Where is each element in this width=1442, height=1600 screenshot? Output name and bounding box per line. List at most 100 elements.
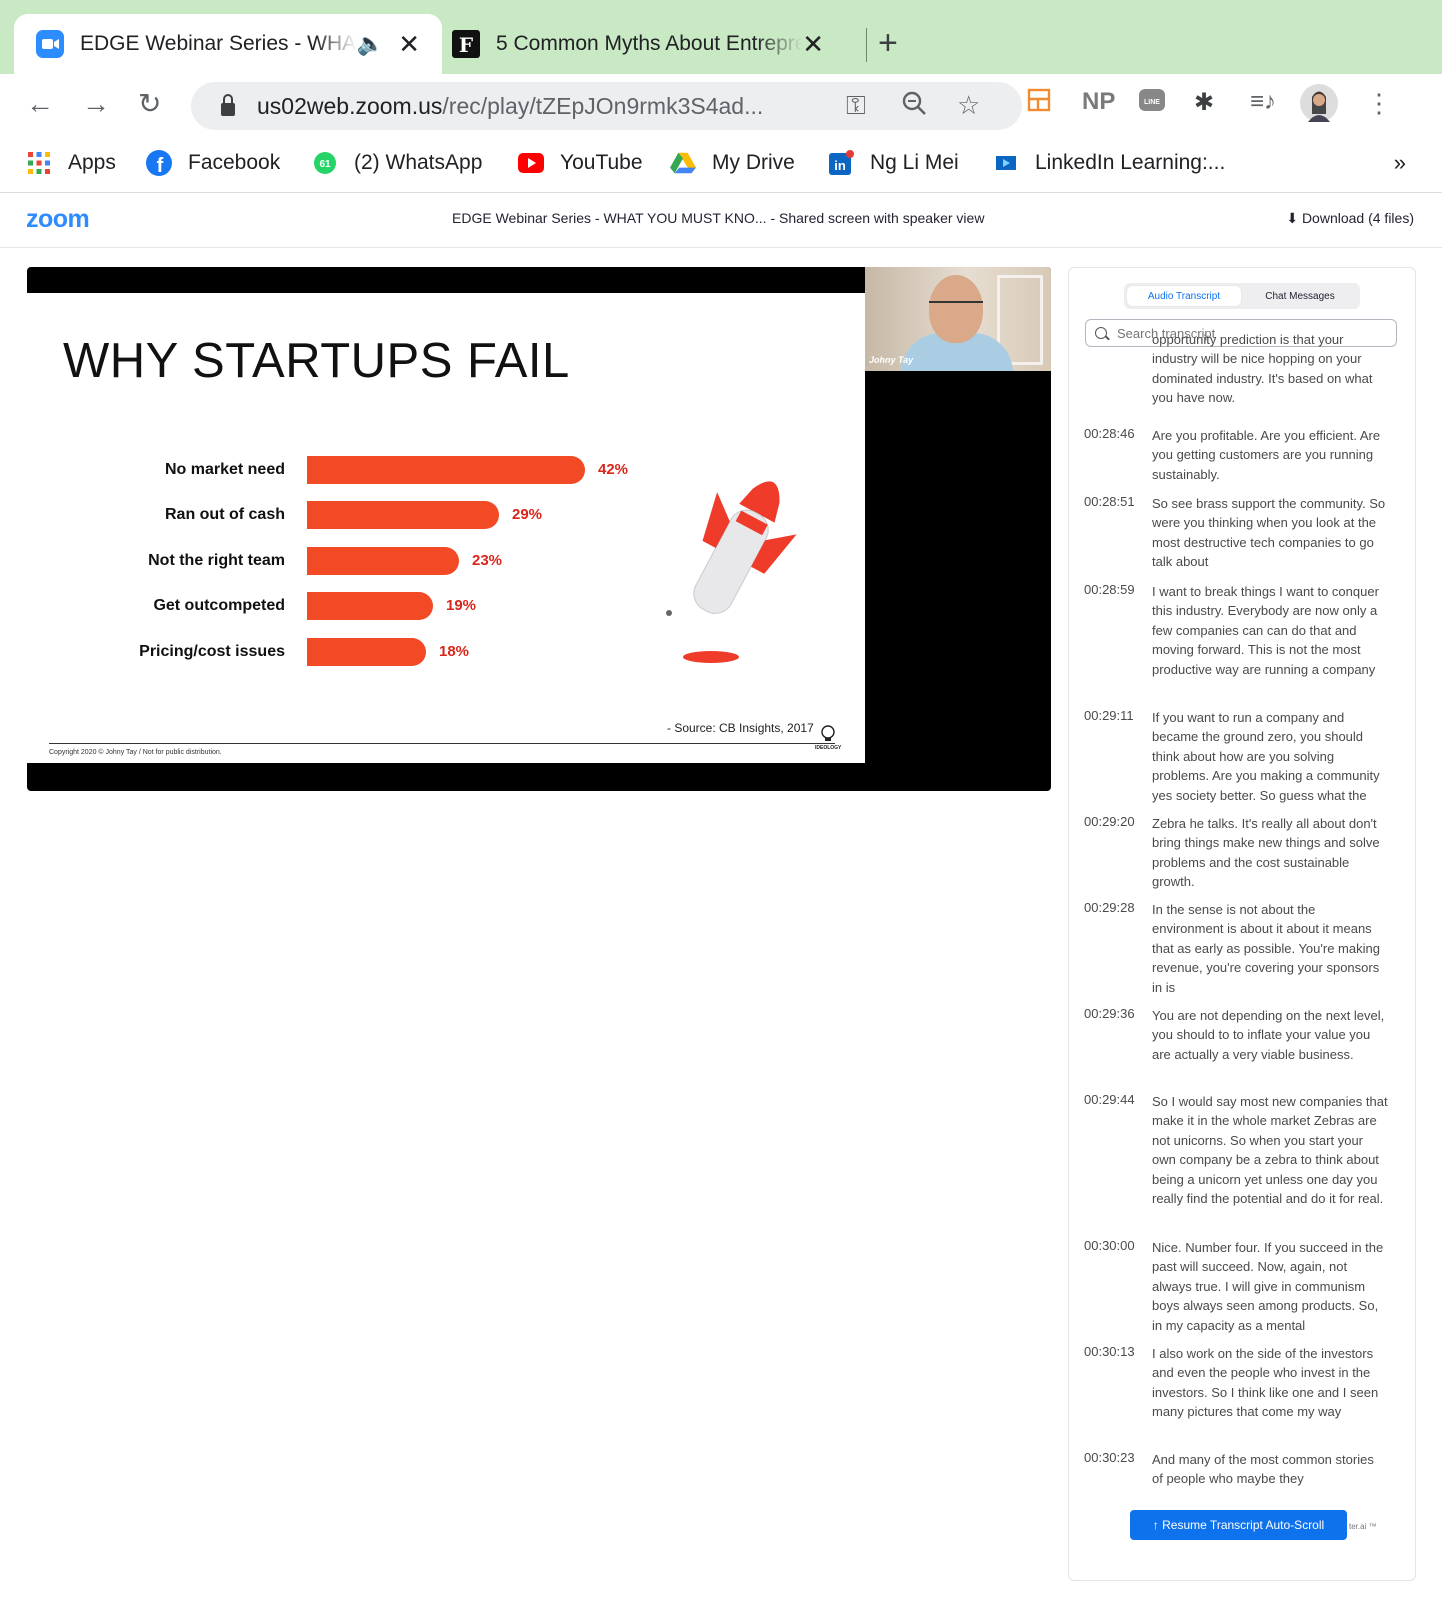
bookmark-facebook[interactable]: f Facebook [146,150,280,176]
transcript-text: So I would say most new companies that m… [1152,1094,1388,1207]
svg-text:f: f [157,155,164,176]
bookmark-my-drive[interactable]: My Drive [670,150,795,176]
value-label: 42% [598,461,629,478]
slide-divider [49,743,835,744]
close-tab-icon[interactable]: ✕ [398,29,420,60]
slide-source: - Source: CB Insights, 2017 [667,721,814,735]
tab-title: 5 Common Myths About Entrepreneurship [496,32,803,55]
slide-title: WHY STARTUPS FAIL [63,334,570,388]
bar [307,547,459,575]
layout-extension-icon[interactable] [1027,88,1051,119]
ideology-logo: IDEOLOGY [815,725,841,755]
transcript-text: So see brass support the community. So w… [1152,496,1386,570]
download-icon: ⬇ [1286,210,1299,226]
forward-icon[interactable]: → [82,88,110,120]
crashed-rocket-illustration [666,481,797,663]
menu-dots-icon[interactable]: ⋮ [1366,88,1392,119]
bookmark-linkedin-learning[interactable]: LinkedIn Learning:... [993,150,1225,176]
address-bar[interactable]: us02web.zoom.us/rec/play/tZEpJOn9rmk3S4a… [191,82,1022,130]
forbes-icon: F [452,30,480,58]
svg-text:61: 61 [319,159,331,170]
video-player[interactable]: WHY STARTUPS FAIL No market need 42% Ran o… [27,267,1051,791]
back-icon[interactable]: ← [26,88,54,120]
value-label: 29% [512,506,543,523]
timestamp[interactable]: 00:29:20 [1084,814,1135,829]
bookmark-youtube[interactable]: YouTube [518,150,643,176]
media-icon[interactable]: ≡♪ [1250,88,1276,116]
browser-tab-forbes[interactable]: F 5 Common Myths About Entrepreneurship … [452,14,852,74]
bar [307,456,585,484]
youtube-icon [518,150,544,176]
transcript-text: And many of the most common stories of p… [1152,1452,1374,1487]
avatar[interactable] [1300,84,1338,129]
tab-audio-transcript[interactable]: Audio Transcript [1127,286,1241,306]
timestamp[interactable]: 00:29:36 [1084,1006,1135,1021]
tab-strip: EDGE Webinar Series - WHAT YOU MUST KNOW… [0,0,1442,74]
bookmark-whatsapp[interactable]: 61 (2) WhatsApp [312,150,482,176]
bookmark-label: (2) WhatsApp [354,151,483,174]
timestamp[interactable]: 00:30:23 [1084,1450,1135,1465]
category-label: Pricing/cost issues [139,643,285,660]
download-button[interactable]: ⬇ Download (4 files) [1286,210,1414,227]
reload-icon[interactable]: ↻ [138,88,161,120]
category-label: Get outcompeted [153,597,285,614]
line-extension-icon[interactable]: LINE [1138,88,1166,121]
bookmark-apps[interactable]: Apps [26,150,116,176]
timestamp[interactable]: 00:28:51 [1084,494,1135,509]
zoom-magnifier-icon[interactable] [901,90,927,123]
linkedin-icon: in [828,150,854,176]
bookmarks-bar: Apps f Facebook 61 (2) WhatsApp YouTube … [0,136,1442,193]
url-text: us02web.zoom.us/rec/play/tZEpJOn9rmk3S4a… [257,92,764,119]
svg-text:in: in [834,158,846,173]
zoom-logo[interactable]: zoom [26,205,90,234]
bookmark-label: LinkedIn Learning:... [1035,151,1226,174]
linkedin-learning-icon [993,150,1019,176]
transcript-text: Nice. Number four. If you succeed in the… [1152,1240,1384,1333]
timestamp[interactable]: 00:28:59 [1084,582,1135,597]
bookmark-linkedin[interactable]: in Ng Li Mei [828,150,959,176]
close-tab-icon[interactable]: ✕ [802,29,824,60]
speaker-icon[interactable]: 🔈 [357,31,384,57]
timestamp[interactable]: 00:29:28 [1084,900,1135,915]
bookmark-label: YouTube [560,151,643,174]
transcript-text: I also work on the side of the investors… [1152,1346,1379,1420]
shared-screen-slide: WHY STARTUPS FAIL No market need 42% Ran o… [27,293,865,763]
bookmark-label: Ng Li Mei [870,151,959,174]
browser-toolbar: ← → ↻ us02web.zoom.us/rec/play/tZEpJOn9r… [0,74,1442,136]
category-label: Ran out of cash [164,506,285,523]
timestamp[interactable]: 00:29:44 [1084,1092,1135,1107]
browser-tab-zoom[interactable]: EDGE Webinar Series - WHAT YOU MUST KNOW… [14,14,442,74]
transcript-text: If you want to run a company and became … [1152,710,1380,803]
key-icon[interactable]: ⚿ [846,90,866,122]
lock-icon[interactable] [221,93,235,116]
speaker-video: Johny Tay [865,267,1051,371]
tab-title: EDGE Webinar Series - WHAT YOU MUST KNOW [80,32,357,55]
timestamp[interactable]: 00:30:00 [1084,1238,1135,1253]
resume-auto-scroll-button[interactable]: ↑ Resume Transcript Auto-Scroll [1130,1510,1347,1540]
transcript-text: Are you profitable. Are you efficient. A… [1152,428,1381,482]
speaker-name: Johny Tay [869,355,914,365]
drive-icon [670,150,696,176]
puzzle-icon[interactable]: ✱ [1194,88,1214,117]
download-label: Download (4 files) [1301,210,1414,226]
bookmark-star-icon[interactable]: ☆ [957,90,980,121]
recording-title: EDGE Webinar Series - WHAT YOU MUST KNO.… [452,210,985,226]
category-label: Not the right team [148,552,285,569]
zoom-icon [36,30,64,58]
tab-separator [866,28,867,62]
bar [307,638,426,666]
timestamp[interactable]: 00:30:13 [1084,1344,1135,1359]
transcript-text: I want to break things I want to conquer… [1152,584,1379,677]
timestamp[interactable]: 00:29:11 [1084,708,1134,723]
bar [307,501,499,529]
whatsapp-icon: 61 [312,150,338,176]
tab-chat-messages[interactable]: Chat Messages [1243,286,1357,306]
transcript-text: In the sense is not about the environmen… [1152,902,1380,995]
facebook-icon: f [146,150,172,176]
new-tab-button[interactable]: + [878,26,898,60]
np-extension-icon[interactable]: NP [1082,88,1115,116]
svg-text:LINE: LINE [1144,99,1160,106]
bookmarks-more-button[interactable]: » [1394,150,1406,176]
otter-watermark: ter.ai ™ [1349,1522,1377,1531]
timestamp[interactable]: 00:28:46 [1084,426,1135,441]
